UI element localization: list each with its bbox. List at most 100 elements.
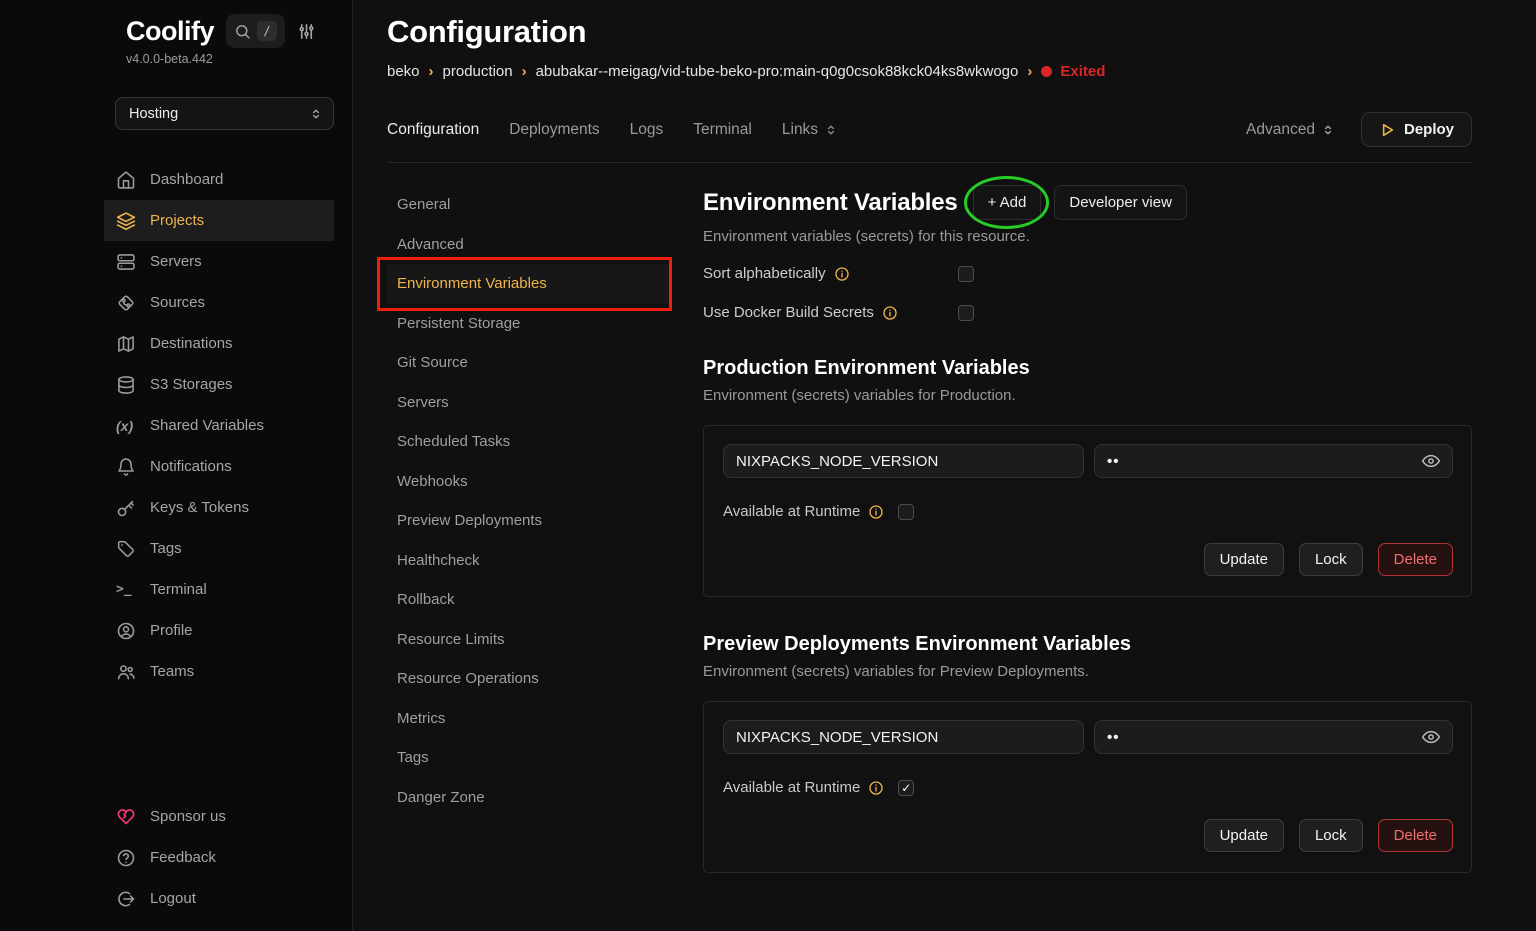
config-subnav: General Advanced Environment Variables P… xyxy=(387,185,670,931)
search-shortcut-key: / xyxy=(257,21,277,41)
sidebar-footer-item-label: Logout xyxy=(150,890,196,907)
sidebar-item[interactable]: Servers xyxy=(104,241,334,282)
tab[interactable]: Deployments xyxy=(509,121,599,139)
subnav-item[interactable]: Advanced xyxy=(387,225,670,265)
sidebar-item[interactable]: Dashboard xyxy=(104,159,334,200)
subnav-item-label: Webhooks xyxy=(397,473,468,490)
page-title: Configuration xyxy=(387,14,1472,50)
preview-variable-card: NIXPACKS_NODE_VERSION •• Available at Ru… xyxy=(703,701,1472,873)
docker-build-secrets-checkbox[interactable] xyxy=(958,305,974,321)
sidebar-footer-item[interactable]: Feedback xyxy=(104,837,334,878)
sidebar-item[interactable]: Keys & Tokens xyxy=(104,487,334,528)
sidebar-item[interactable]: (x) Shared Variables xyxy=(104,405,334,446)
sidebar-item[interactable]: Projects xyxy=(104,200,334,241)
sidebar-item-label: Servers xyxy=(150,253,202,270)
sidebar-item[interactable]: Notifications xyxy=(104,446,334,487)
tab-label: Configuration xyxy=(387,121,479,139)
info-icon[interactable] xyxy=(868,504,884,520)
subnav-item[interactable]: Git Source xyxy=(387,343,670,383)
team-select-value: Hosting xyxy=(129,106,178,122)
deploy-button-label: Deploy xyxy=(1404,121,1454,138)
subnav-item-label: Resource Operations xyxy=(397,670,539,687)
sidebar-item[interactable]: Tags xyxy=(104,528,334,569)
tag-icon xyxy=(116,539,136,559)
subnav-item[interactable]: Resource Limits xyxy=(387,620,670,660)
subnav-item[interactable]: Healthcheck xyxy=(387,541,670,581)
home-icon xyxy=(116,170,136,190)
sidebar-item[interactable]: Destinations xyxy=(104,323,334,364)
lock-button[interactable]: Lock xyxy=(1299,819,1363,852)
sidebar-footer-item[interactable]: Logout xyxy=(104,878,334,919)
lock-button[interactable]: Lock xyxy=(1299,543,1363,576)
tab-label: Deployments xyxy=(509,121,599,139)
subnav-item[interactable]: Resource Operations xyxy=(387,659,670,699)
sidebar-item-label: Teams xyxy=(150,663,194,680)
status-badge: Exited xyxy=(1041,63,1105,80)
sidebar-item[interactable]: S3 Storages xyxy=(104,364,334,405)
subnav-item[interactable]: Webhooks xyxy=(387,462,670,502)
subnav-item[interactable]: Environment Variables xyxy=(387,264,670,304)
eye-icon[interactable] xyxy=(1421,451,1441,471)
info-icon[interactable] xyxy=(868,780,884,796)
variable-value-input[interactable]: •• xyxy=(1094,720,1453,754)
subnav-item-label: Scheduled Tasks xyxy=(397,433,510,450)
subnav-item-label: Servers xyxy=(397,394,449,411)
sidebar-item[interactable]: Sources xyxy=(104,282,334,323)
variable-value-input[interactable]: •• xyxy=(1094,444,1453,478)
tab[interactable]: Terminal xyxy=(693,121,752,139)
variable-name-input[interactable]: NIXPACKS_NODE_VERSION xyxy=(723,444,1084,478)
subnav-item[interactable]: Danger Zone xyxy=(387,778,670,818)
subnav-item[interactable]: Servers xyxy=(387,383,670,423)
chevrons-up-down-icon xyxy=(824,123,838,137)
sliders-icon[interactable] xyxy=(297,22,316,41)
subnav-item-label: Git Source xyxy=(397,354,468,371)
tab[interactable]: Links xyxy=(782,121,838,139)
sidebar-item[interactable]: Profile xyxy=(104,610,334,651)
git-source-icon xyxy=(116,293,136,313)
breadcrumb-link[interactable]: beko xyxy=(387,63,420,80)
brand-row: Coolify / xyxy=(126,14,334,48)
subnav-item[interactable]: General xyxy=(387,185,670,225)
add-button[interactable]: + Add xyxy=(973,185,1042,220)
subnav-item[interactable]: Rollback xyxy=(387,580,670,620)
tab[interactable]: Logs xyxy=(630,121,664,139)
available-at-runtime-label: Available at Runtime xyxy=(723,779,860,796)
subnav-item-label: Healthcheck xyxy=(397,552,480,569)
subnav-item[interactable]: Scheduled Tasks xyxy=(387,422,670,462)
team-select[interactable]: Hosting xyxy=(115,97,334,130)
subnav-item[interactable]: Metrics xyxy=(387,699,670,739)
sidebar-item[interactable]: >_ Terminal xyxy=(104,569,334,610)
tab-label: Terminal xyxy=(693,121,752,139)
tab[interactable]: Configuration xyxy=(387,121,479,139)
subnav-item-label: Persistent Storage xyxy=(397,315,520,332)
available-at-runtime-checkbox[interactable] xyxy=(898,780,914,796)
eye-icon[interactable] xyxy=(1421,727,1441,747)
deploy-button[interactable]: Deploy xyxy=(1361,112,1472,147)
developer-view-button[interactable]: Developer view xyxy=(1054,185,1187,220)
delete-button[interactable]: Delete xyxy=(1378,543,1453,576)
subnav-item[interactable]: Preview Deployments xyxy=(387,501,670,541)
sidebar-item-label: Dashboard xyxy=(150,171,223,188)
sidebar-footer-item[interactable]: Sponsor us xyxy=(104,796,334,837)
sidebar-nav: Dashboard Projects Servers Sources Desti… xyxy=(104,159,334,692)
search-button[interactable]: / xyxy=(226,14,285,48)
delete-button[interactable]: Delete xyxy=(1378,819,1453,852)
breadcrumb-link[interactable]: production xyxy=(443,63,513,80)
breadcrumb: beko › production › abubakar--meigag/vid… xyxy=(387,63,1472,80)
variable-name-input[interactable]: NIXPACKS_NODE_VERSION xyxy=(723,720,1084,754)
server-icon xyxy=(116,252,136,272)
available-at-runtime-checkbox[interactable] xyxy=(898,504,914,520)
info-icon[interactable] xyxy=(834,266,850,282)
advanced-select[interactable]: Advanced xyxy=(1246,121,1335,139)
update-button[interactable]: Update xyxy=(1204,543,1284,576)
update-button[interactable]: Update xyxy=(1204,819,1284,852)
info-icon[interactable] xyxy=(882,305,898,321)
sort-alphabetically-checkbox[interactable] xyxy=(958,266,974,282)
sidebar-item[interactable]: Teams xyxy=(104,651,334,692)
masked-value: •• xyxy=(1107,729,1120,746)
breadcrumb-item: production › xyxy=(443,63,527,80)
subnav-item[interactable]: Tags xyxy=(387,738,670,778)
breadcrumb-link[interactable]: abubakar--meigag/vid-tube-beko-pro:main-… xyxy=(536,63,1019,80)
subnav-item[interactable]: Persistent Storage xyxy=(387,304,670,344)
sidebar-item-label: Profile xyxy=(150,622,193,639)
